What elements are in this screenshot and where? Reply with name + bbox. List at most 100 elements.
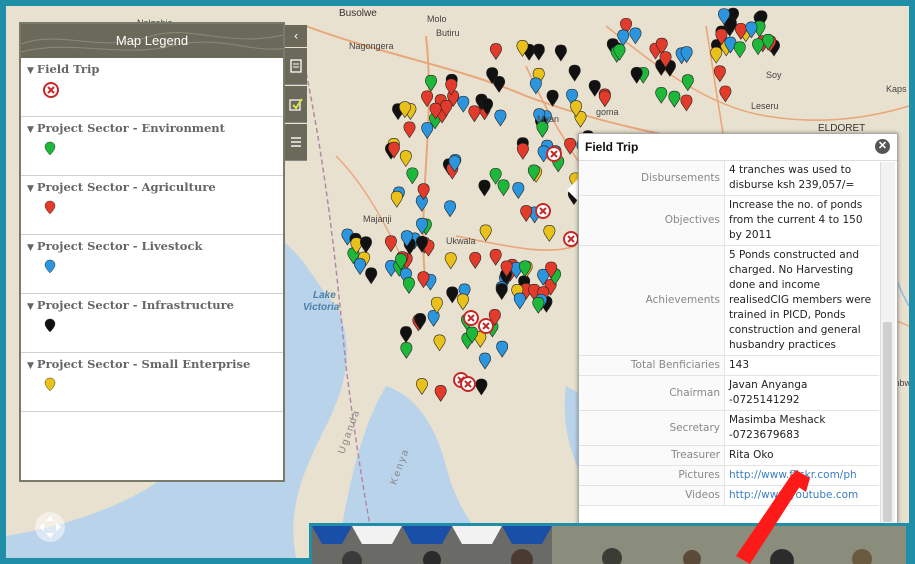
map-pin-icon[interactable] xyxy=(433,334,446,352)
legend-section[interactable]: ▼ Project Sector - Agriculture xyxy=(21,176,283,235)
field-trip-marker-icon[interactable] xyxy=(563,231,579,247)
popup-header: Field Trip ✕ xyxy=(579,134,897,161)
map-pin-icon[interactable] xyxy=(360,236,372,254)
map-pin-icon[interactable] xyxy=(468,105,481,123)
map-pin-icon[interactable] xyxy=(427,310,440,327)
map-pin-icon[interactable] xyxy=(478,179,491,197)
collapse-legend-button[interactable]: ‹ xyxy=(285,25,307,47)
map-label-lake: Lake xyxy=(313,290,336,301)
map-pin-icon[interactable] xyxy=(446,286,459,304)
map-pin-icon[interactable] xyxy=(406,167,419,185)
map-pin-icon[interactable] xyxy=(495,283,508,301)
map-pin-icon[interactable] xyxy=(354,258,366,275)
triangle-down-icon: ▼ xyxy=(27,184,34,194)
map-pin-icon[interactable] xyxy=(630,66,643,84)
popup-scrollbar-thumb[interactable] xyxy=(883,322,892,522)
popup-scrollbar[interactable] xyxy=(880,162,895,524)
close-icon[interactable]: ✕ xyxy=(875,139,890,154)
map-pin-icon[interactable] xyxy=(532,296,545,314)
map-pin-icon[interactable] xyxy=(532,43,545,61)
map-pin-icon[interactable] xyxy=(668,90,681,108)
map-pin-icon[interactable] xyxy=(490,43,502,61)
popup-row-key: Total Benficiaries xyxy=(579,355,725,376)
map-pin-icon xyxy=(44,259,56,274)
map-pin-icon[interactable] xyxy=(680,94,693,112)
field-trip-marker-icon[interactable] xyxy=(463,310,479,326)
pan-navigation-control[interactable] xyxy=(35,512,65,542)
map-pin-icon[interactable] xyxy=(497,179,510,197)
map-pin-icon[interactable] xyxy=(733,41,746,59)
popup-row-value: Rita Oko xyxy=(724,445,879,466)
map-pin-icon[interactable] xyxy=(519,260,531,278)
field-trip-marker-icon[interactable] xyxy=(478,318,494,334)
map-pin-icon[interactable] xyxy=(629,27,642,45)
popup-row: Achievements 5 Ponds constructed and char… xyxy=(579,245,879,356)
popup-row-value: Javan Anyanga -0725141292 xyxy=(724,375,879,411)
map-pin-icon[interactable] xyxy=(564,137,577,155)
layers-button[interactable] xyxy=(285,48,307,85)
map-pin-icon[interactable] xyxy=(457,293,469,311)
map-pin-icon[interactable] xyxy=(365,267,378,285)
legend-section[interactable]: ▼ Project Sector - Infrastructure xyxy=(21,294,283,353)
legend-section-title[interactable]: ▼ Field Trip xyxy=(27,62,277,76)
map-pin-icon[interactable] xyxy=(598,90,611,108)
legend-section[interactable]: ▼ Field Trip xyxy=(21,58,283,117)
map-pin-icon[interactable] xyxy=(444,252,457,270)
map-pin-icon[interactable] xyxy=(469,252,482,269)
map-label-kaps: Kaps xyxy=(886,84,907,94)
map-pin-icon[interactable] xyxy=(588,79,601,97)
popup-row-key: Objectives xyxy=(579,195,725,246)
field-trip-marker-icon[interactable] xyxy=(546,146,562,162)
map-pin-icon[interactable] xyxy=(554,44,567,62)
legend-section-title[interactable]: ▼ Project Sector - Livestock xyxy=(27,239,277,253)
legend-section-title[interactable]: ▼ Project Sector - Environment xyxy=(27,121,277,135)
map-label-nagongera: Nagongera xyxy=(349,41,394,51)
map-pin-icon[interactable] xyxy=(496,340,509,358)
map-pin-icon[interactable] xyxy=(421,90,434,108)
map-pin-icon[interactable] xyxy=(479,224,492,242)
field-trip-marker-icon[interactable] xyxy=(535,203,551,219)
map-pin-icon[interactable] xyxy=(415,194,428,212)
legend-section[interactable]: ▼ Project Sector - Small Enterprise xyxy=(21,353,283,412)
edit-button[interactable] xyxy=(285,86,307,123)
list-button[interactable] xyxy=(285,124,307,161)
map-pin-icon[interactable] xyxy=(475,378,488,396)
map-pin-icon[interactable] xyxy=(390,190,403,208)
map-pin-icon[interactable] xyxy=(415,378,428,395)
map-pin-icon[interactable] xyxy=(425,74,437,92)
popup-row: Total Benficiaries 143 xyxy=(579,355,879,376)
map-pin-icon[interactable] xyxy=(489,248,502,266)
map-pin-icon[interactable] xyxy=(479,352,491,370)
map-pin-icon[interactable] xyxy=(421,122,434,140)
map-pin-icon[interactable] xyxy=(457,95,470,113)
map-pin-icon[interactable] xyxy=(403,277,415,295)
map-pin-icon[interactable] xyxy=(513,292,526,310)
map-pin-icon[interactable] xyxy=(543,224,556,242)
map-pin-icon[interactable] xyxy=(512,182,525,199)
map-pin-icon[interactable] xyxy=(752,38,764,56)
map-label-butiru: Butiru xyxy=(436,28,460,38)
map-pin-icon[interactable] xyxy=(520,205,533,222)
legend-symbol xyxy=(43,318,277,334)
map-pin-icon[interactable] xyxy=(516,142,529,160)
map-pin-icon[interactable] xyxy=(655,86,668,104)
layers-icon xyxy=(290,59,302,73)
legend-section-title[interactable]: ▼ Project Sector - Small Enterprise xyxy=(27,357,277,371)
map-pin-icon[interactable] xyxy=(400,326,412,344)
map-pin-icon[interactable] xyxy=(384,235,397,253)
map-pin-icon[interactable] xyxy=(399,150,412,168)
field-trip-marker-icon[interactable] xyxy=(460,376,476,392)
map-pin-icon[interactable] xyxy=(434,384,447,402)
map-pin-icon[interactable] xyxy=(568,64,581,82)
map-pin-icon[interactable] xyxy=(400,342,413,359)
map-pin-icon[interactable] xyxy=(713,65,726,83)
map-pin-icon[interactable] xyxy=(444,200,457,218)
legend-section[interactable]: ▼ Project Sector - Livestock xyxy=(21,235,283,294)
legend-section-title[interactable]: ▼ Project Sector - Infrastructure xyxy=(27,298,277,312)
map-pin-icon[interactable] xyxy=(719,85,732,103)
legend-section-title[interactable]: ▼ Project Sector - Agriculture xyxy=(27,180,277,194)
map-pin-icon[interactable] xyxy=(403,121,416,139)
legend-section[interactable]: ▼ Project Sector - Environment xyxy=(21,117,283,176)
map-pin-icon[interactable] xyxy=(529,77,542,95)
map-pin-icon[interactable] xyxy=(494,109,507,127)
